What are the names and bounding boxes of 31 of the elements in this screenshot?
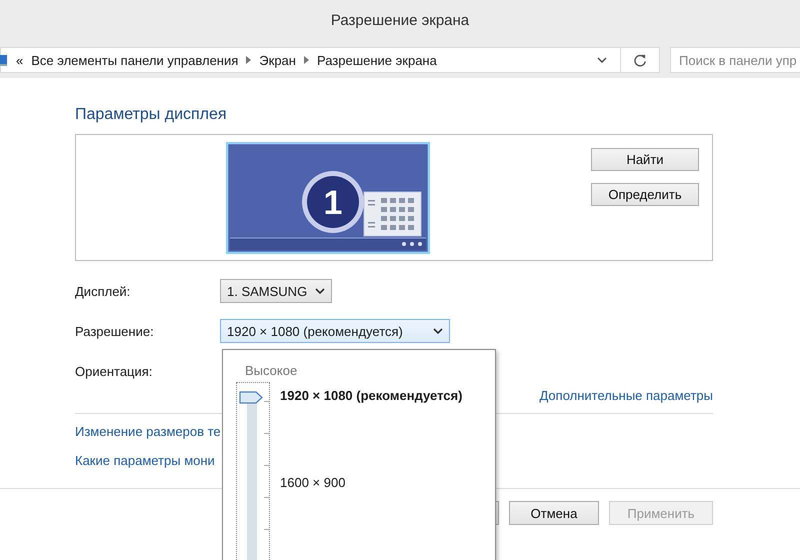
dropdown-field[interactable]: 1. SAMSUNG [220, 279, 332, 303]
help-link[interactable]: Изменение размеров те [75, 424, 221, 439]
dropdown-field[interactable]: 1920 × 1080 (рекомендуется) [220, 319, 450, 343]
advanced-settings-link[interactable]: Дополнительные параметры [539, 388, 713, 403]
monitor-number: 1 [324, 184, 342, 222]
help-link[interactable]: Какие параметры мони [75, 453, 215, 468]
dialog-button[interactable]: Отмена [509, 501, 599, 525]
address-bar[interactable]: « Все элементы панели управления Экран Разрешение экрана [0, 47, 660, 73]
computer-icon [0, 53, 8, 67]
slider-end-label: Высокое [245, 363, 298, 378]
overflow-chevron[interactable]: « [16, 52, 24, 68]
breadcrumb-item[interactable]: Разрешение экрана [316, 52, 437, 68]
search-field[interactable]: Поиск в панели упр [670, 47, 800, 73]
chevron-icon [304, 56, 309, 64]
field-label: Дисплей: [75, 284, 132, 298]
monitor-drawing[interactable]: 1 [226, 142, 430, 254]
field-label: Ориентация: [75, 364, 154, 378]
section-heading: Параметры дисплея [75, 106, 228, 125]
breadcrumb-item[interactable]: Экран [259, 52, 296, 68]
field-label: Разрешение: [75, 324, 155, 338]
resolution-slider[interactable] [236, 382, 270, 560]
slider-thumb[interactable] [239, 391, 263, 404]
resolution-option[interactable]: 1920 × 1080 (рекомендуется) [280, 388, 462, 403]
breadcrumb-item[interactable]: Все элементы панели управления [31, 52, 238, 68]
caret-icon [315, 288, 326, 294]
resolution-option[interactable]: 1600 × 900 [280, 475, 462, 490]
preview-button[interactable]: Определить [591, 183, 699, 206]
window-title: Разрешение экрана [330, 12, 470, 28]
caret-icon [432, 328, 443, 334]
preview-button[interactable]: Найти [591, 148, 699, 171]
chevron-icon [246, 56, 252, 64]
